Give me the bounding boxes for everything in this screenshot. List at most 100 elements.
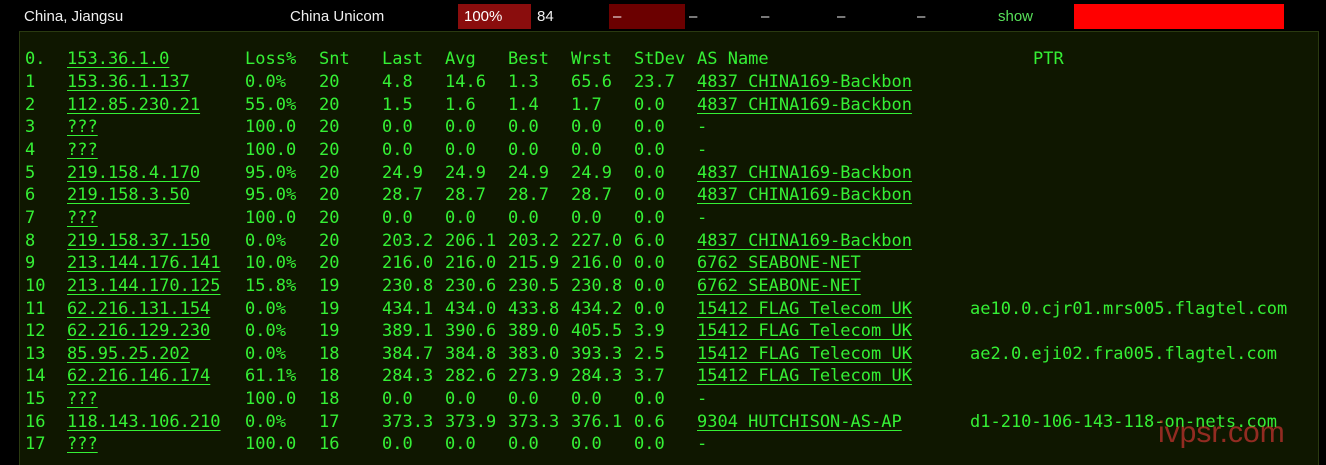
- hop-index: 11: [25, 298, 46, 319]
- hop-avg: 0.0: [445, 139, 476, 160]
- hop-worst: 28.7: [571, 185, 612, 206]
- table-row: 2 112.85.230.21 55.0% 20 1.5 1.6 1.4 1.7 0.0 4837…: [20, 94, 1320, 117]
- hop-as-link[interactable]: 4837 CHINA169-Backbon: [697, 184, 912, 207]
- table-header-row: 0. 153.36.1.0 Loss% Snt Last Avg Best Wr…: [20, 48, 1320, 71]
- hop-host-link[interactable]: 213.144.170.125: [67, 275, 221, 298]
- hop-avg: 0.0: [445, 389, 476, 410]
- hop-stdev: 0.0: [634, 162, 665, 183]
- hop-best: 215.9: [508, 253, 560, 274]
- hop-loss: 0.0%: [245, 411, 286, 432]
- hop-loss: 100.0: [245, 434, 297, 455]
- hop-worst: 0.0: [571, 207, 602, 228]
- hop-host-link[interactable]: 213.144.176.141: [67, 252, 221, 275]
- hop-last: 203.2: [382, 230, 434, 251]
- hop-avg: 28.7: [445, 185, 486, 206]
- hop-host-link[interactable]: 219.158.4.170: [67, 162, 200, 185]
- hop-as-link[interactable]: 6762 SEABONE-NET: [697, 275, 861, 298]
- hop-best: 24.9: [508, 162, 549, 183]
- hop-index: 12: [25, 321, 46, 342]
- hop-avg: 230.6: [445, 275, 497, 296]
- hop-stdev: 0.0: [634, 298, 665, 319]
- hop-as-link[interactable]: 6762 SEABONE-NET: [697, 252, 861, 275]
- hop-host-link[interactable]: ???: [67, 388, 98, 411]
- hop-ptr: ae10.0.cjr01.mrs005.flagtel.com: [970, 298, 1288, 319]
- hop-as-link[interactable]: 15412 FLAG Telecom UK: [697, 343, 912, 366]
- hop-host-link[interactable]: ???: [67, 433, 98, 456]
- hop-last: 0.0: [382, 434, 413, 455]
- hop-host-link[interactable]: 62.216.131.154: [67, 298, 210, 321]
- hop-loss: 0.0%: [245, 72, 286, 92]
- table-row: 5 219.158.4.170 95.0% 20 24.9 24.9 24.9 24.9 0.0…: [20, 162, 1320, 185]
- hop-as-link: -: [697, 139, 708, 160]
- hop-as-link: -: [697, 389, 708, 410]
- hop-index: 7: [25, 207, 36, 228]
- target-host-link[interactable]: 153.36.1.0: [67, 48, 169, 71]
- hop-loss: 15.8%: [245, 275, 297, 296]
- hop-as-link[interactable]: 4837 CHINA169-Backbon: [697, 71, 912, 94]
- column-header-wrst: Wrst: [571, 49, 612, 69]
- hop-loss: 100.0: [245, 117, 297, 138]
- hop-host-link[interactable]: ???: [67, 139, 98, 162]
- hop-sent: 17: [319, 411, 340, 432]
- hop-stdev: 0.0: [634, 434, 665, 455]
- hop-stdev: 0.6: [634, 411, 665, 432]
- hop-avg: 0.0: [445, 434, 476, 455]
- hop-as-link[interactable]: 15412 FLAG Telecom UK: [697, 320, 912, 343]
- hop-index: 10: [25, 275, 46, 296]
- hop-avg: 216.0: [445, 253, 497, 274]
- hop-host-link[interactable]: ???: [67, 207, 98, 230]
- hop-as-link[interactable]: 4837 CHINA169-Backbon: [697, 230, 912, 253]
- hop-avg: 282.6: [445, 366, 497, 387]
- hop-host-link[interactable]: 62.216.129.230: [67, 320, 210, 343]
- table-row: 3??? 100.0 20 0.0 0.0 0.0 0.0 0.0 -: [20, 116, 1320, 139]
- hop-host-link[interactable]: 219.158.3.50: [67, 184, 190, 207]
- hop-sent: 20: [319, 139, 340, 160]
- hop-worst: 0.0: [571, 117, 602, 138]
- hop-loss: 0.0%: [245, 321, 286, 342]
- hop-sent: 16: [319, 434, 340, 455]
- hop-best: 230.5: [508, 275, 560, 296]
- hop-as-link[interactable]: 4837 CHINA169-Backbon: [697, 94, 912, 117]
- hop-sent: 20: [319, 253, 340, 274]
- hop-loss: 100.0: [245, 207, 297, 228]
- hop-stdev: 0.0: [634, 253, 665, 274]
- hop-index: 15: [25, 389, 46, 410]
- hop-avg: 1.6: [445, 94, 476, 115]
- hop-as-link[interactable]: 15412 FLAG Telecom UK: [697, 365, 912, 388]
- column-header-best: Best: [508, 49, 549, 69]
- hop-avg: 0.0: [445, 207, 476, 228]
- hop-host-link[interactable]: 112.85.230.21: [67, 94, 200, 117]
- hop-stdev: 0.0: [634, 185, 665, 206]
- hop-avg: 206.1: [445, 230, 497, 251]
- hop-loss: 0.0%: [245, 343, 286, 364]
- hop-index: 2: [25, 94, 36, 115]
- hop-last: 4.8: [382, 72, 413, 92]
- mtr-result-panel: 0. 153.36.1.0 Loss% Snt Last Avg Best Wr…: [19, 31, 1319, 465]
- hop-last: 384.7: [382, 343, 434, 364]
- hop-host-link[interactable]: 118.143.106.210: [67, 411, 221, 434]
- hop-host-link[interactable]: 219.158.37.150: [67, 230, 210, 253]
- column-header-ptr: PTR: [1033, 49, 1064, 69]
- hop-best: 203.2: [508, 230, 560, 251]
- column-header-last: Last: [382, 49, 423, 69]
- hop-host-link[interactable]: 85.95.25.202: [67, 343, 190, 366]
- show-link[interactable]: show: [998, 4, 1033, 29]
- hop-sent: 19: [319, 298, 340, 319]
- hop-loss: 61.1%: [245, 366, 297, 387]
- hop-as-link[interactable]: 4837 CHINA169-Backbon: [697, 162, 912, 185]
- isp-label: China Unicom: [290, 8, 385, 25]
- hop-worst: 216.0: [571, 253, 623, 274]
- hop-as-link[interactable]: 9304 HUTCHISON-AS-AP: [697, 411, 902, 434]
- hop-sent: 20: [319, 94, 340, 115]
- latency-badge: –: [609, 4, 685, 29]
- column-header-loss: Loss%: [245, 49, 297, 69]
- hop-last: 0.0: [382, 117, 413, 138]
- hop-as-link[interactable]: 15412 FLAG Telecom UK: [697, 298, 912, 321]
- hop-index: 14: [25, 366, 46, 387]
- hop-last: 0.0: [382, 207, 413, 228]
- hop-host-link[interactable]: 62.216.146.174: [67, 365, 210, 388]
- hop-stdev: 0.0: [634, 389, 665, 410]
- hop-host-link[interactable]: ???: [67, 116, 98, 139]
- hop-host-link[interactable]: 153.36.1.137: [67, 71, 190, 94]
- column-header-snt: Snt: [319, 49, 350, 69]
